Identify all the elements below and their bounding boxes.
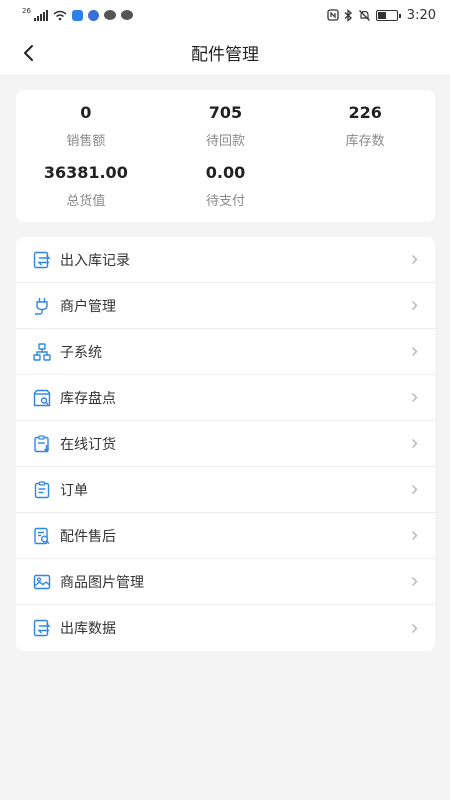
back-button[interactable] [14, 39, 42, 67]
image-icon [32, 572, 52, 592]
stat-label: 待回款 [205, 134, 245, 149]
online-order-icon [32, 434, 52, 454]
stat-total-value[interactable]: 36381.00 总货值 [16, 156, 156, 216]
nav-header: 配件管理 [0, 30, 450, 76]
back-arrow-icon [24, 45, 33, 61]
chevron-right-icon [409, 346, 419, 358]
stat-value: 705 [208, 103, 243, 122]
mute-icon [358, 9, 370, 21]
menu-item-product-images[interactable]: 商品图片管理 [16, 559, 435, 605]
transfer-record-icon [32, 250, 52, 270]
menu-item-inventory-check[interactable]: 库存盘点 [16, 375, 435, 421]
stat-sales[interactable]: 0 销售额 [16, 96, 156, 156]
chevron-right-icon [409, 530, 419, 542]
stat-label: 销售额 [66, 134, 106, 149]
menu-list: 出入库记录 商户管理 子系统 库存盘点 在线订货 订单 配件售后 商品图片管理 … [16, 237, 435, 651]
chevron-right-icon [409, 484, 419, 496]
stat-value: 0 [80, 103, 92, 122]
signal-label: 26 [22, 7, 31, 15]
page-title: 配件管理 [191, 45, 259, 65]
chevron-right-icon [409, 576, 419, 588]
app-icon [71, 9, 83, 21]
org-chart-icon [32, 342, 52, 362]
chat-icon [120, 10, 133, 20]
menu-item-label: 库存盘点 [60, 390, 116, 407]
after-sales-icon [32, 526, 52, 546]
menu-item-online-order[interactable]: 在线订货 [16, 421, 435, 467]
stat-pending-payment[interactable]: 0.00 待支付 [156, 156, 296, 216]
order-icon [32, 480, 52, 500]
menu-item-outbound-data[interactable]: 出库数据 [16, 605, 435, 651]
menu-item-label: 子系统 [60, 344, 102, 361]
menu-item-label: 订单 [60, 482, 88, 499]
bluetooth-icon [344, 8, 352, 22]
menu-item-after-sales[interactable]: 配件售后 [16, 513, 435, 559]
menu-item-merchant-management[interactable]: 商户管理 [16, 283, 435, 329]
status-bar-right: 3:20 [327, 8, 436, 23]
stat-stock[interactable]: 226 库存数 [295, 96, 435, 156]
menu-item-order[interactable]: 订单 [16, 467, 435, 513]
menu-item-label: 配件售后 [60, 528, 116, 545]
status-time: 3:20 [406, 7, 436, 23]
chevron-right-icon [409, 300, 419, 312]
status-bar-left: 26 [22, 7, 133, 21]
chevron-right-icon [409, 622, 419, 634]
chevron-right-icon [409, 392, 419, 404]
menu-item-label: 商品图片管理 [60, 574, 144, 591]
stat-value: 0.00 [205, 163, 246, 182]
stat-value: 226 [348, 103, 382, 122]
wifi-icon [53, 10, 67, 20]
chevron-right-icon [409, 438, 419, 450]
stat-receivable[interactable]: 705 待回款 [156, 96, 296, 156]
menu-item-transfer-record[interactable]: 出入库记录 [16, 237, 435, 283]
stats-card: 0 销售额 705 待回款 226 库存数 36381.00 总货值 0.00 … [16, 90, 435, 222]
menu-item-label: 在线订货 [60, 436, 116, 453]
nfc-icon [327, 9, 339, 21]
chevron-right-icon [409, 254, 419, 266]
app-icon [87, 9, 99, 21]
signal-icon [33, 9, 48, 21]
menu-item-label: 出入库记录 [60, 252, 130, 269]
stat-label: 待支付 [205, 194, 245, 209]
inventory-check-icon [32, 388, 52, 408]
menu-item-label: 商户管理 [60, 298, 116, 315]
stat-label: 库存数 [345, 134, 385, 149]
battery-icon [375, 9, 401, 21]
menu-item-subsystem[interactable]: 子系统 [16, 329, 435, 375]
status-bar: 26 3:20 [0, 0, 450, 30]
outbound-data-icon [32, 618, 52, 638]
plug-icon [32, 296, 52, 316]
chat-icon [103, 10, 116, 20]
menu-item-label: 出库数据 [60, 621, 116, 637]
stat-label: 总货值 [66, 194, 106, 209]
stat-value: 36381.00 [43, 163, 128, 182]
